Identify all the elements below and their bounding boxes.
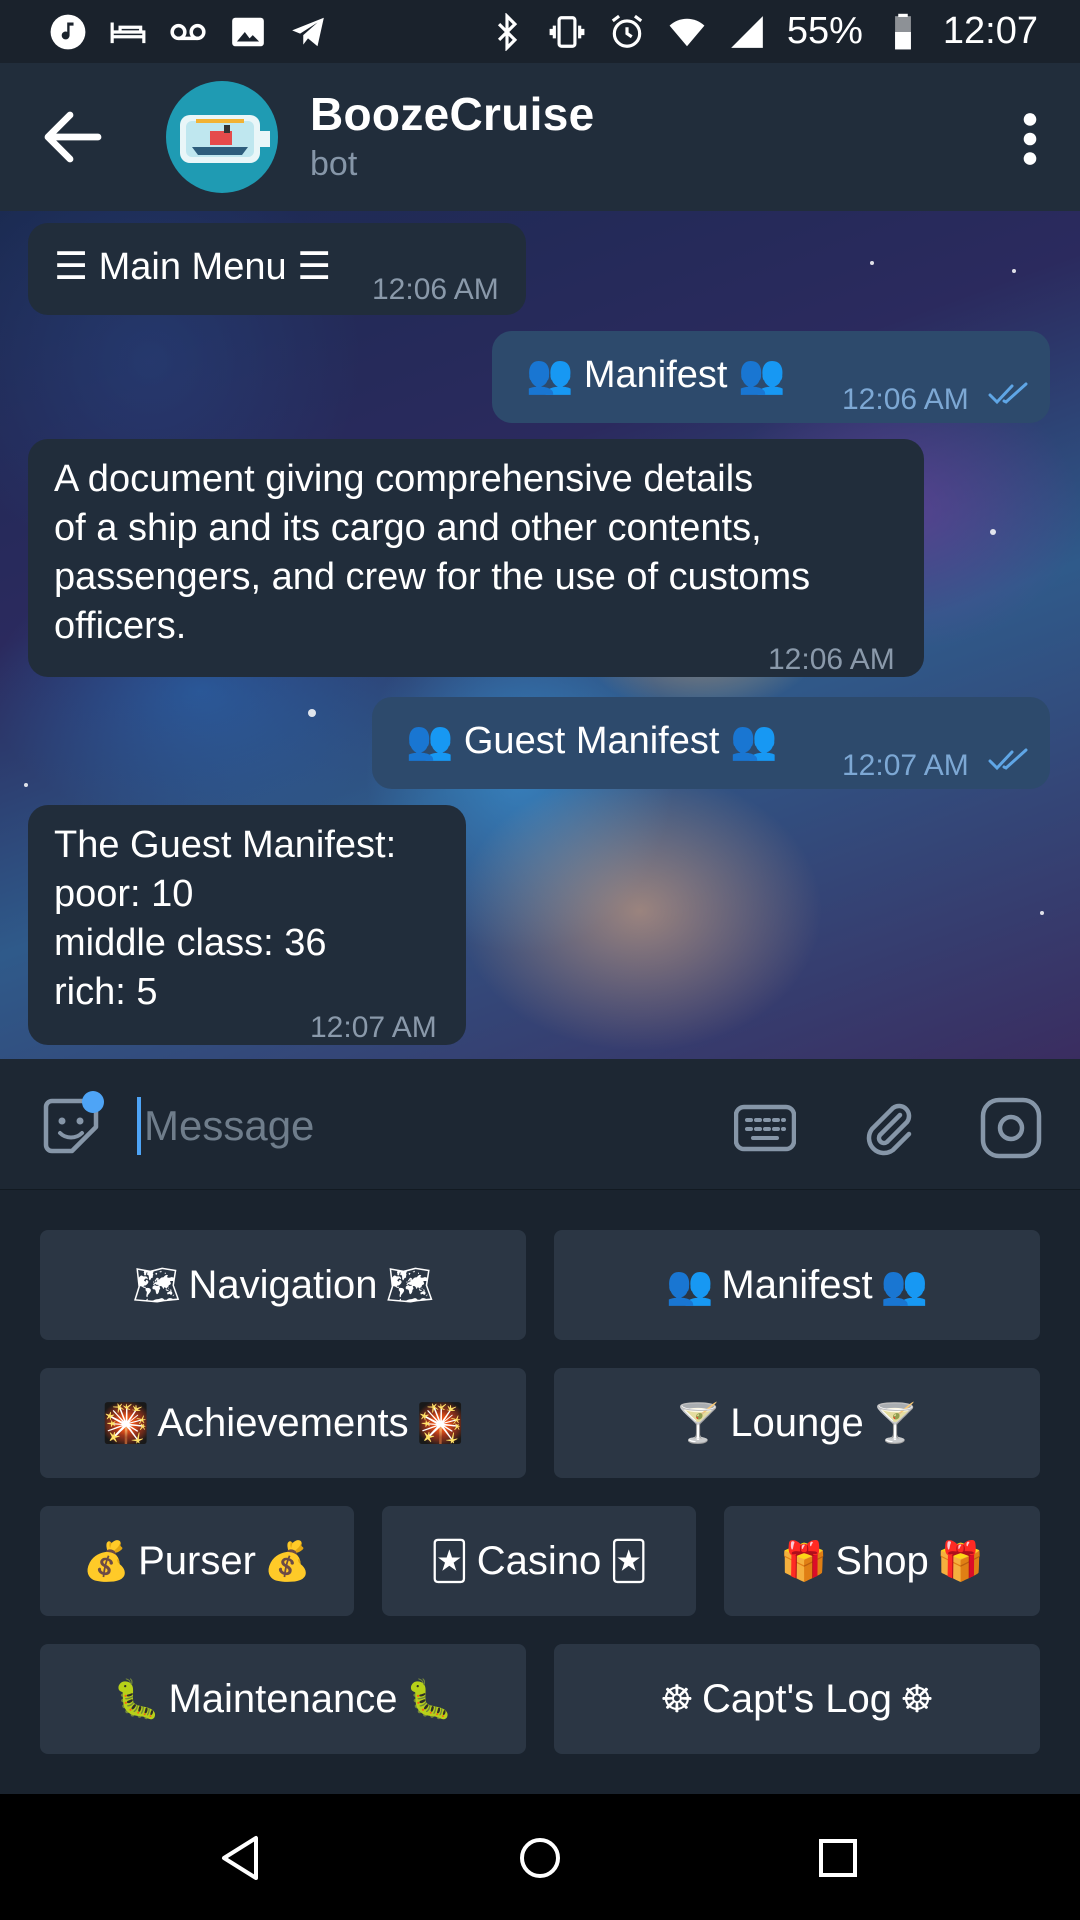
message-line: poor: 10 [54,873,194,915]
image-icon [228,12,268,52]
joker-card-icon: 🃏 [429,1539,469,1583]
ship-wheel-icon: ☸ [659,1677,694,1721]
gift-icon: 🎁 [779,1538,828,1583]
cocktail-icon: 🍸 [871,1400,920,1445]
people-icon: 👥 [880,1262,928,1307]
music-note-icon [48,12,88,52]
capts-log-button[interactable]: ☸ Capt's Log ☸ [554,1644,1040,1754]
message-line: passengers, and crew for the use of cust… [54,556,811,598]
message-time: 12:07 AM [842,749,969,782]
star [1012,269,1016,273]
button-label: Purser [138,1538,256,1583]
paperclip-icon[interactable] [858,1097,920,1159]
chat-subtitle: bot [310,145,358,183]
cocktail-icon: 🍸 [674,1400,723,1445]
people-icon: 👥 [666,1262,714,1307]
message-bubble-outgoing[interactable]: 👥 Manifest 👥 12:06 AM [492,331,1050,423]
button-label: Navigation [188,1262,378,1307]
button-label: Achievements [157,1400,409,1445]
avatar[interactable] [166,81,278,193]
star [308,709,316,717]
maintenance-button[interactable]: 🐛 Maintenance 🐛 [40,1644,526,1754]
star [24,783,28,787]
button-label: Capt's Log [702,1676,892,1721]
ship-wheel-icon: ☸ [899,1677,935,1721]
message-time: 12:07 AM [310,1011,437,1044]
battery-percent: 55% [786,10,863,52]
wifi-icon [667,12,707,52]
message-text: 👥 Manifest 👥 [526,354,786,396]
message-line: of a ship and its cargo and other conten… [54,507,762,549]
camera-icon[interactable] [980,1097,1042,1159]
bot-keyboard: 🗺 Navigation 🗺 👥 Manifest 👥 🎇 Achievemen… [0,1190,1080,1794]
back-arrow-icon[interactable] [42,111,102,163]
bug-icon: 🐛 [113,1676,161,1721]
manifest-button[interactable]: 👥 Manifest 👥 [554,1230,1040,1340]
map-icon: 🗺 [385,1262,434,1307]
gift-icon: 🎁 [936,1538,985,1583]
message-input-bar [0,1059,1080,1190]
purser-button[interactable]: 💰 Purser 💰 [40,1506,354,1616]
nav-back-icon[interactable] [216,1832,268,1884]
message-line: officers. [54,605,187,647]
nav-recents-icon[interactable] [812,1832,864,1884]
chat-header: BoozeCruise bot [0,63,1080,211]
nav-home-icon[interactable] [514,1832,566,1884]
text-cursor [137,1097,141,1155]
fireworks-icon: 🎇 [102,1400,150,1445]
signal-icon [727,12,767,52]
message-text: ☰ Main Menu ☰ [54,246,332,288]
star [1040,911,1044,915]
battery-icon [883,12,923,52]
bug-icon: 🐛 [405,1676,453,1721]
lounge-button[interactable]: 🍸 Lounge 🍸 [554,1368,1040,1478]
message-time: 12:06 AM [768,643,895,676]
money-bag-icon: 💰 [82,1538,131,1583]
message-bubble-incoming[interactable]: ☰ Main Menu ☰ 12:06 AM [28,223,526,315]
casino-button[interactable]: 🃏 Casino 🃏 [382,1506,696,1616]
message-time: 12:06 AM [372,273,499,306]
notification-dot [82,1091,104,1113]
bed-icon [108,12,148,52]
double-check-icon [988,748,1028,771]
alarm-icon [607,12,647,52]
more-vert-icon[interactable] [1010,111,1050,167]
message-line: The Guest Manifest: [54,824,397,866]
map-icon: 🗺 [132,1262,181,1307]
button-label: Maintenance [168,1676,398,1721]
navigation-button[interactable]: 🗺 Navigation 🗺 [40,1230,526,1340]
keyboard-icon[interactable] [734,1097,796,1159]
system-nav-bar [0,1794,1080,1920]
star [990,529,996,535]
voicemail-icon [168,12,208,52]
star [870,261,874,265]
message-time: 12:06 AM [842,383,969,416]
shop-button[interactable]: 🎁 Shop 🎁 [724,1506,1040,1616]
status-bar: 55% 12:07 [0,0,1080,63]
clock: 12:07 [942,10,1038,52]
button-label: Casino [476,1538,602,1583]
button-label: Manifest [721,1262,873,1307]
message-input[interactable] [142,1089,706,1163]
message-text: 👥 Guest Manifest 👥 [406,720,778,762]
joker-card-icon: 🃏 [609,1539,649,1583]
bluetooth-icon [487,12,527,52]
chat-area[interactable]: ☰ Main Menu ☰ 12:06 AM 👥 Manifest 👥 12:0… [0,211,1080,1059]
telegram-icon [288,12,328,52]
button-label: Lounge [730,1400,864,1445]
money-bag-icon: 💰 [263,1538,312,1583]
fireworks-icon: 🎇 [416,1400,464,1445]
message-bubble-incoming[interactable]: A document giving comprehensive details … [28,439,924,677]
vibrate-icon [547,12,587,52]
achievements-button[interactable]: 🎇 Achievements 🎇 [40,1368,526,1478]
message-line: middle class: 36 [54,922,327,964]
message-line: A document giving comprehensive details [54,458,754,500]
message-bubble-outgoing[interactable]: 👥 Guest Manifest 👥 12:07 AM [372,697,1050,789]
message-bubble-incoming[interactable]: The Guest Manifest: poor: 10 middle clas… [28,805,466,1045]
double-check-icon [988,382,1028,405]
button-label: Shop [835,1538,929,1583]
chat-title: BoozeCruise [310,88,595,140]
